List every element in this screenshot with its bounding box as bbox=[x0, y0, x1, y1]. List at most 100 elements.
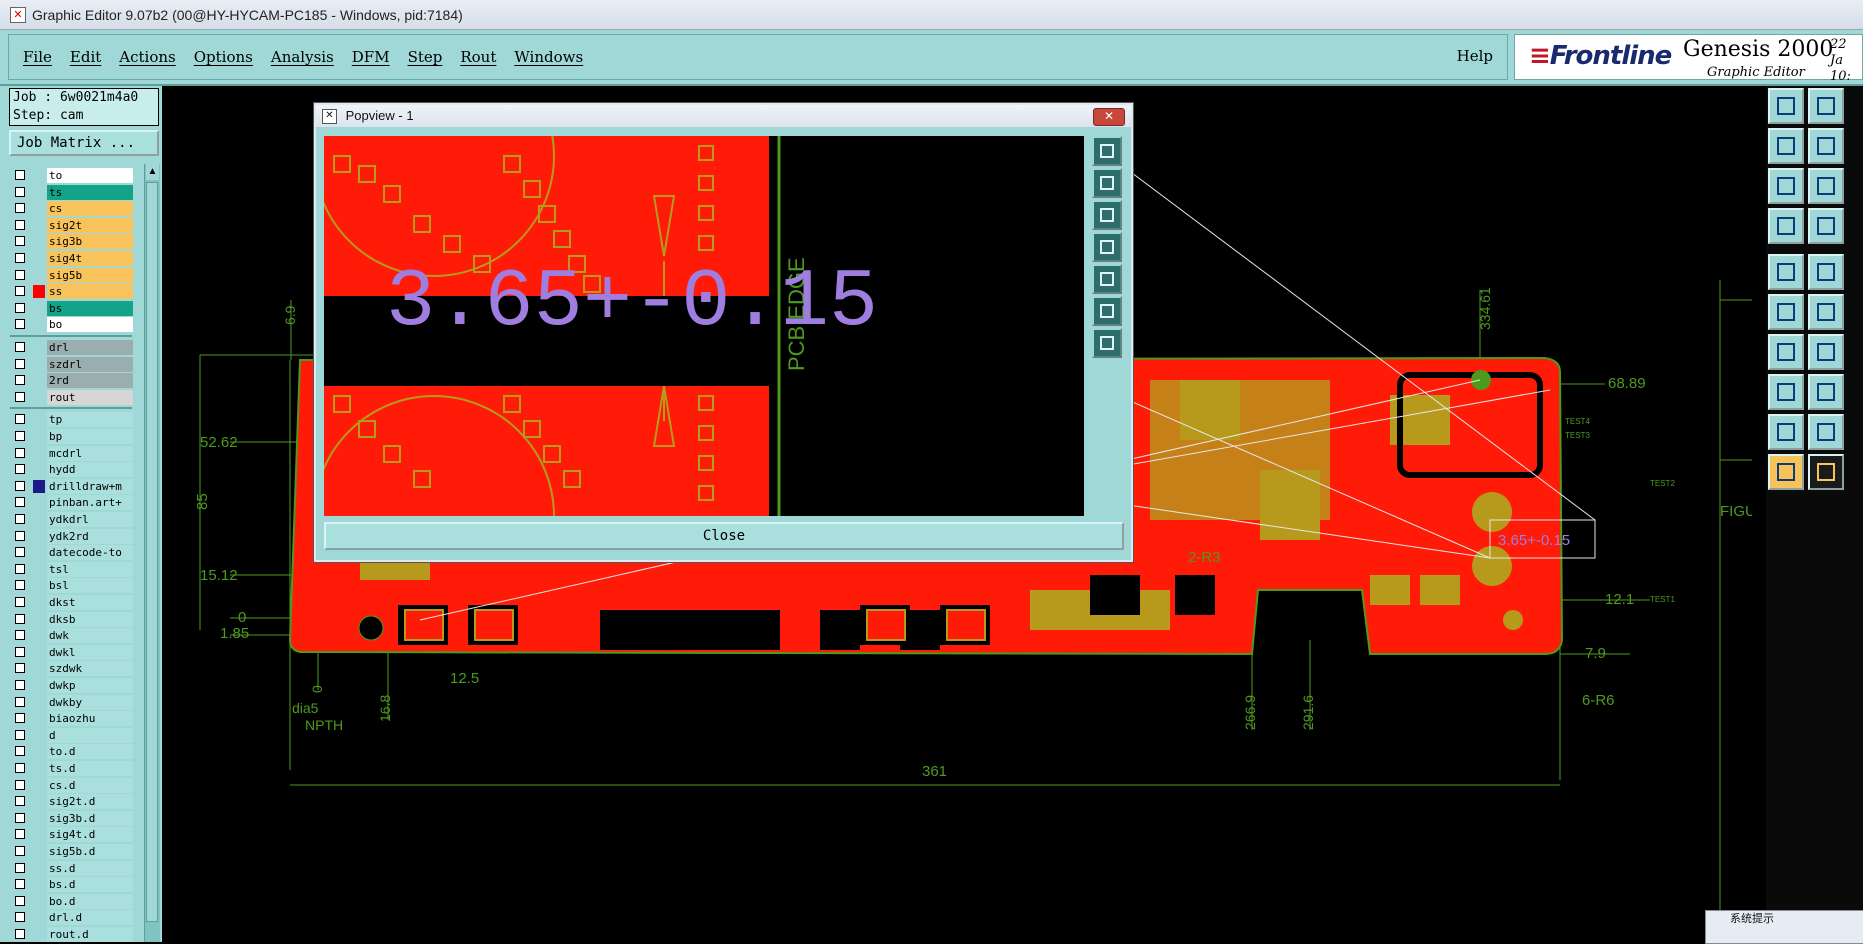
layer-name[interactable]: bs bbox=[47, 300, 133, 316]
layer-checkbox[interactable] bbox=[15, 713, 25, 724]
layer-row[interactable]: szdwk bbox=[9, 661, 133, 677]
tool-edit-icon[interactable] bbox=[1808, 254, 1844, 290]
layer-row[interactable]: sig4t.d bbox=[9, 827, 133, 843]
layer-row[interactable]: drilldraw+m bbox=[9, 478, 133, 494]
layer-checkbox[interactable] bbox=[15, 846, 25, 856]
layer-name[interactable]: cs.d bbox=[47, 777, 133, 793]
layer-checkbox[interactable] bbox=[15, 796, 25, 807]
layer-checkbox[interactable] bbox=[15, 286, 25, 297]
layer-checkbox[interactable] bbox=[15, 170, 25, 180]
tool-export-icon[interactable] bbox=[1808, 128, 1844, 164]
layer-row[interactable]: rout.d bbox=[9, 927, 133, 942]
layer-name[interactable]: sig3b.d bbox=[47, 810, 133, 826]
layer-checkbox[interactable] bbox=[15, 729, 25, 740]
layer-row[interactable]: dwkby bbox=[9, 694, 133, 710]
layer-row[interactable]: bs bbox=[9, 300, 133, 316]
layer-row[interactable]: bo.d bbox=[9, 893, 133, 909]
menu-rout[interactable]: Rout bbox=[460, 48, 496, 66]
layer-name[interactable]: bo.d bbox=[47, 893, 133, 909]
layer-checkbox[interactable] bbox=[15, 580, 25, 591]
layer-name[interactable]: rout.d bbox=[47, 927, 133, 942]
layer-name[interactable]: ss bbox=[47, 284, 133, 300]
layer-checkbox[interactable] bbox=[15, 414, 25, 425]
layer-checkbox[interactable] bbox=[15, 879, 25, 890]
layer-checkbox[interactable] bbox=[15, 563, 25, 574]
popview-tool-zoom-in-icon[interactable] bbox=[1092, 296, 1122, 326]
layer-row[interactable]: sig2t.d bbox=[9, 794, 133, 810]
layer-checkbox[interactable] bbox=[15, 862, 25, 873]
tool-line-icon[interactable] bbox=[1768, 334, 1804, 370]
layer-name[interactable]: bs.d bbox=[47, 877, 133, 893]
layer-row[interactable]: sig3b.d bbox=[9, 810, 133, 826]
layer-row[interactable]: szdrl bbox=[9, 356, 133, 372]
layer-name[interactable]: bsl bbox=[47, 578, 133, 594]
layer-row[interactable]: hydd bbox=[9, 462, 133, 478]
layer-name[interactable]: sig3b bbox=[47, 234, 133, 250]
layer-checkbox[interactable] bbox=[15, 613, 25, 624]
popview-tool-down-icon[interactable] bbox=[1092, 200, 1122, 230]
layer-name[interactable]: datecode-to bbox=[47, 545, 133, 561]
popview-tool-right-icon[interactable] bbox=[1092, 264, 1122, 294]
layer-row[interactable]: pinban.art+ bbox=[9, 495, 133, 511]
layer-checkbox[interactable] bbox=[15, 779, 25, 790]
tool-move-icon[interactable] bbox=[1808, 294, 1844, 330]
layer-checkbox[interactable] bbox=[15, 829, 25, 840]
layer-row[interactable]: ydk2rd bbox=[9, 528, 133, 544]
layer-checkbox[interactable] bbox=[15, 342, 25, 352]
layer-name[interactable]: hydd bbox=[47, 462, 133, 478]
tool-open-icon[interactable] bbox=[1768, 88, 1804, 124]
layer-checkbox[interactable] bbox=[15, 746, 25, 757]
layer-row[interactable]: dwkp bbox=[9, 678, 133, 693]
layer-name[interactable]: dwk bbox=[47, 628, 133, 644]
layer-name[interactable]: sig5b.d bbox=[47, 844, 133, 859]
layer-row[interactable]: sig5b bbox=[9, 267, 133, 283]
layer-checkbox[interactable] bbox=[15, 464, 25, 475]
layer-checkbox[interactable] bbox=[15, 646, 25, 657]
layer-name[interactable]: to.d bbox=[47, 744, 133, 760]
popview-close-button[interactable]: Close bbox=[324, 522, 1124, 550]
tool-import-icon[interactable] bbox=[1768, 128, 1804, 164]
layer-name[interactable]: ts.d bbox=[47, 761, 133, 776]
popview-tool-left-icon[interactable] bbox=[1092, 232, 1122, 262]
layer-name[interactable]: sig2t bbox=[47, 217, 133, 233]
scroll-up-icon[interactable]: ▲ bbox=[146, 164, 159, 180]
layer-name[interactable]: bo bbox=[47, 317, 133, 333]
layer-checkbox[interactable] bbox=[15, 431, 25, 441]
layer-name[interactable]: ss.d bbox=[47, 860, 133, 876]
layer-row[interactable]: drl.d bbox=[9, 910, 133, 926]
layer-checkbox[interactable] bbox=[15, 630, 25, 641]
layer-name[interactable]: sig5b bbox=[47, 267, 133, 283]
tool-settings-icon[interactable] bbox=[1768, 208, 1804, 244]
layer-row[interactable]: sig3b bbox=[9, 234, 133, 250]
layer-checkbox[interactable] bbox=[15, 391, 25, 402]
layer-row[interactable]: to.d bbox=[9, 744, 133, 760]
popview-tool-fit-icon[interactable] bbox=[1092, 136, 1122, 166]
layer-row[interactable]: bo bbox=[9, 317, 133, 333]
menu-options[interactable]: Options bbox=[194, 48, 253, 66]
layer-row[interactable]: drl bbox=[9, 340, 133, 355]
layer-name[interactable]: biaozhu bbox=[47, 711, 133, 727]
layer-checkbox[interactable] bbox=[15, 219, 25, 230]
layer-name[interactable]: sig2t.d bbox=[47, 794, 133, 810]
layer-name[interactable]: bp bbox=[47, 429, 133, 444]
layer-checkbox[interactable] bbox=[15, 912, 25, 923]
layer-checkbox[interactable] bbox=[15, 253, 25, 263]
layer-checkbox[interactable] bbox=[15, 447, 25, 458]
tool-diag-icon[interactable] bbox=[1808, 334, 1844, 370]
layer-name[interactable]: drl bbox=[47, 340, 133, 355]
menu-actions[interactable]: Actions bbox=[119, 48, 175, 66]
layer-checkbox[interactable] bbox=[15, 358, 25, 369]
layer-checkbox[interactable] bbox=[15, 497, 25, 508]
layer-name[interactable]: sig4t.d bbox=[47, 827, 133, 843]
layer-checkbox[interactable] bbox=[15, 319, 25, 330]
layer-checkbox[interactable] bbox=[15, 236, 25, 247]
layer-checkbox[interactable] bbox=[15, 895, 25, 906]
layer-name[interactable]: ydkdrl bbox=[47, 512, 133, 527]
layer-name[interactable]: dwkp bbox=[47, 678, 133, 693]
layer-checkbox[interactable] bbox=[15, 302, 25, 313]
layer-name[interactable]: drl.d bbox=[47, 910, 133, 926]
layer-row[interactable]: bs.d bbox=[9, 877, 133, 893]
layer-row[interactable]: d bbox=[9, 727, 133, 743]
tool-triangle2-icon[interactable] bbox=[1808, 414, 1844, 450]
tool-pad-icon[interactable] bbox=[1768, 254, 1804, 290]
